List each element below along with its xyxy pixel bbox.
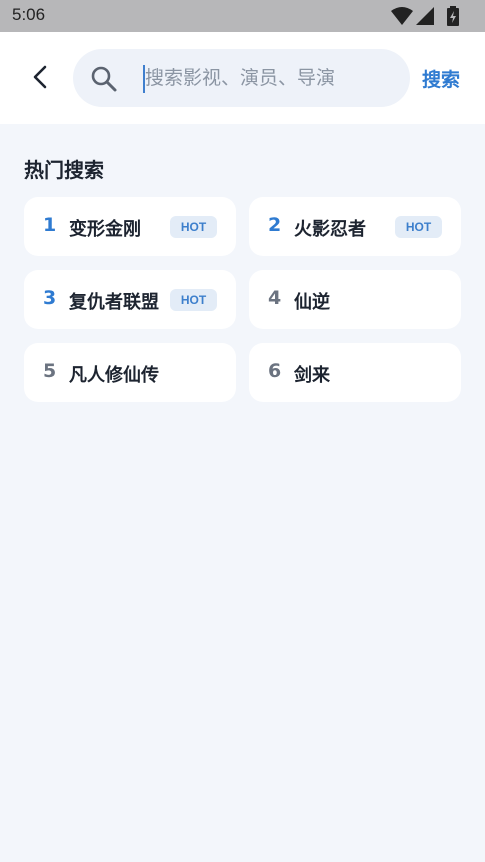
rank-number: 2: [268, 214, 282, 236]
item-title: 火影忍者: [294, 219, 366, 240]
item-title: 变形金刚: [69, 219, 141, 240]
hot-search-grid: 1 变形金刚 HOT 2 火影忍者 HOT 3 复仇者联盟 HOT 4 仙逆 5…: [24, 197, 461, 402]
hot-search-item[interactable]: 2 火影忍者 HOT: [249, 197, 461, 256]
hot-search-item[interactable]: 3 复仇者联盟 HOT: [24, 270, 236, 329]
hot-badge: HOT: [395, 216, 442, 238]
signal-icon: [416, 7, 434, 25]
hot-search-item[interactable]: 6 剑来: [249, 343, 461, 402]
back-button[interactable]: [26, 62, 56, 92]
item-title: 凡人修仙传: [69, 365, 159, 386]
wifi-icon: [391, 7, 413, 25]
status-bar: 5:06: [0, 0, 485, 32]
rank-number: 3: [43, 287, 57, 309]
hot-badge: HOT: [170, 216, 217, 238]
item-title: 剑来: [294, 365, 330, 386]
rank-number: 4: [268, 287, 282, 309]
status-time: 5:06: [12, 5, 46, 24]
search-button[interactable]: 搜索: [422, 65, 460, 92]
item-title: 仙逆: [294, 292, 330, 313]
rank-number: 1: [43, 214, 57, 236]
search-input[interactable]: [145, 59, 395, 97]
rank-number: 6: [268, 360, 282, 382]
hot-badge: HOT: [170, 289, 217, 311]
rank-number: 5: [43, 360, 57, 382]
search-icon: [91, 66, 117, 92]
hot-search-item[interactable]: 1 变形金刚 HOT: [24, 197, 236, 256]
chevron-left-icon: [33, 65, 47, 89]
hot-search-title: 热门搜索: [24, 158, 104, 182]
item-title: 复仇者联盟: [69, 292, 159, 313]
search-box[interactable]: [73, 49, 410, 107]
search-header: 搜索: [0, 32, 485, 124]
hot-search-item[interactable]: 4 仙逆: [249, 270, 461, 329]
battery-icon: [447, 6, 459, 26]
hot-search-item[interactable]: 5 凡人修仙传: [24, 343, 236, 402]
